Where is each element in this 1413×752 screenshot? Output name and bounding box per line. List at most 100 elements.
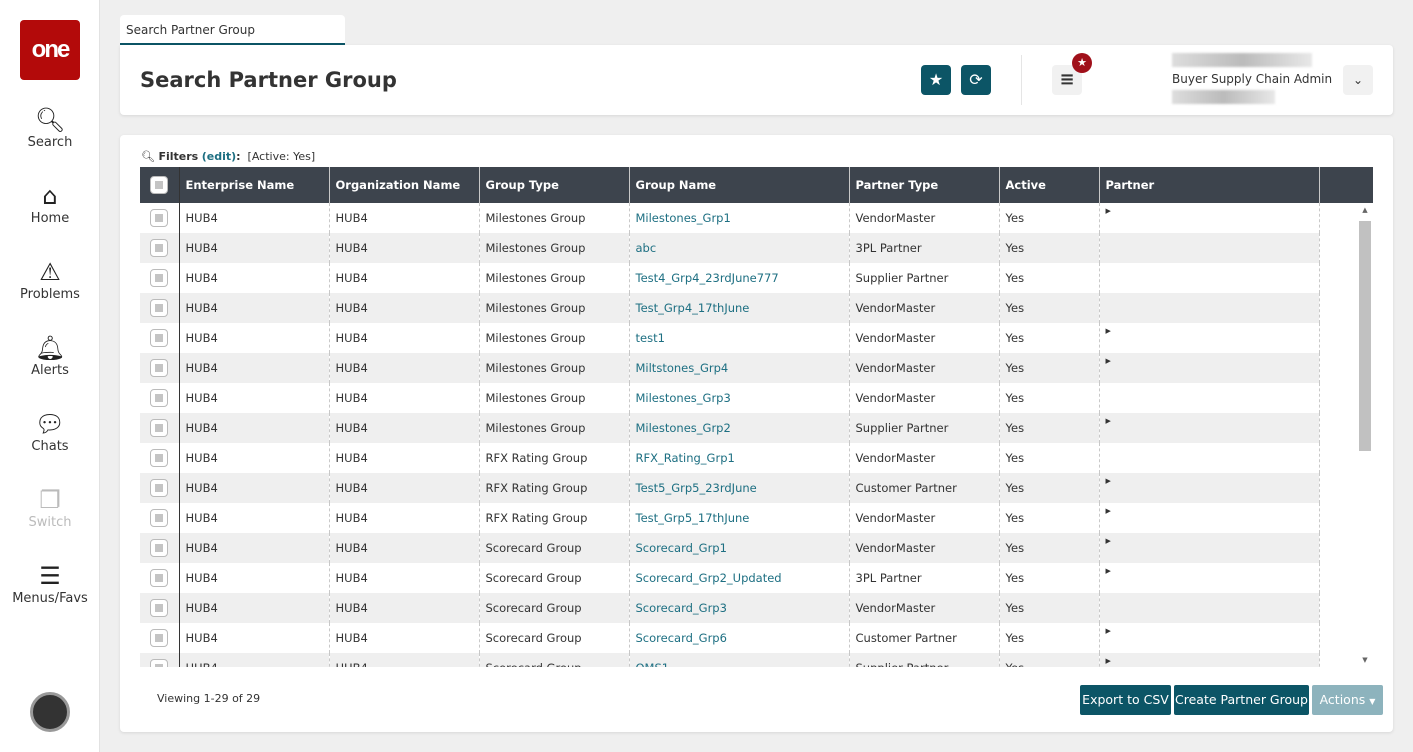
column-header[interactable]: Organization Name <box>329 167 480 203</box>
group-name-link[interactable]: Scorecard_Grp1 <box>629 533 850 563</box>
group-name-link[interactable]: test1 <box>629 323 850 353</box>
group-name-link[interactable]: Miltstones_Grp4 <box>629 353 850 383</box>
vertical-scrollbar[interactable]: ▲ ▼ <box>1357 203 1373 667</box>
expand-triangle-icon[interactable]: ▶ <box>1106 207 1111 215</box>
partner-cell[interactable]: ▶ <box>1099 323 1320 353</box>
filters-edit-link[interactable]: (edit) <box>202 150 236 163</box>
column-header[interactable]: Group Name <box>629 167 850 203</box>
table-row[interactable]: HUB4 HUB4 RFX Rating Group Test_Grp5_17thJu… <box>140 503 1373 533</box>
expand-triangle-icon[interactable]: ▶ <box>1106 477 1111 485</box>
expand-triangle-icon[interactable]: ▶ <box>1106 417 1111 425</box>
group-name-link[interactable]: Milestones_Grp2 <box>629 413 850 443</box>
table-cell: HUB4 <box>179 503 330 533</box>
row-checkbox[interactable] <box>140 323 180 353</box>
sidebar-item-home[interactable]: ⌂ Home <box>0 181 100 226</box>
export-csv-button[interactable]: Export to CSV <box>1080 685 1171 715</box>
table-row[interactable]: HUB4 HUB4 Scorecard Group Scorecard_Grp6 Cus… <box>140 623 1373 653</box>
row-checkbox[interactable] <box>140 473 180 503</box>
table-row[interactable]: HUB4 HUB4 RFX Rating Group Test5_Grp5_23rdJ… <box>140 473 1373 503</box>
select-all-checkbox[interactable] <box>140 167 180 203</box>
table-row[interactable]: HUB4 HUB4 Scorecard Group Scorecard_Grp1 Ven… <box>140 533 1373 563</box>
expand-triangle-icon[interactable]: ▶ <box>1106 327 1111 335</box>
column-header[interactable]: Partner <box>1099 167 1320 203</box>
table-cell: Yes <box>999 383 1100 413</box>
row-checkbox[interactable] <box>140 623 180 653</box>
sidebar-item-alerts[interactable]: 🔔︎ Alerts <box>0 333 100 378</box>
scroll-down-arrow-icon[interactable]: ▼ <box>1357 656 1373 664</box>
expand-triangle-icon[interactable]: ▶ <box>1106 657 1111 665</box>
column-header[interactable]: Partner Type <box>849 167 1000 203</box>
row-checkbox[interactable] <box>140 533 180 563</box>
scrollbar-thumb[interactable] <box>1359 221 1371 451</box>
expand-triangle-icon[interactable]: ▶ <box>1106 507 1111 515</box>
refresh-button[interactable]: ⟳ <box>961 65 991 95</box>
table-row[interactable]: HUB4 HUB4 Milestones Group Test4_Grp4_23rdJ… <box>140 263 1373 293</box>
row-checkbox[interactable] <box>140 593 180 623</box>
group-name-link[interactable]: Test4_Grp4_23rdJune777 <box>629 263 850 293</box>
partner-cell[interactable]: ▶ <box>1099 623 1320 653</box>
table-row[interactable]: HUB4HUB4Scorecard GroupOMS1Supplier Part… <box>140 653 1373 667</box>
sidebar-item-chats[interactable]: 💬︎ Chats <box>0 409 100 454</box>
row-checkbox[interactable] <box>140 383 180 413</box>
row-checkbox[interactable] <box>140 413 180 443</box>
group-name-link[interactable]: Test5_Grp5_23rdJune <box>629 473 850 503</box>
tab-search-partner-group[interactable]: Search Partner Group <box>120 15 345 45</box>
row-checkbox[interactable] <box>140 443 180 473</box>
partner-cell[interactable]: ▶ <box>1099 353 1320 383</box>
row-checkbox[interactable] <box>140 293 180 323</box>
group-name-link[interactable]: Scorecard_Grp3 <box>629 593 850 623</box>
group-name-link[interactable]: Test_Grp4_17thJune <box>629 293 850 323</box>
partner-cell[interactable]: ▶ <box>1099 533 1320 563</box>
row-checkbox[interactable] <box>140 203 180 233</box>
group-name-link[interactable]: abc <box>629 233 850 263</box>
avatar[interactable] <box>30 692 70 732</box>
table-row[interactable]: HUB4 HUB4 Milestones Group test1 VendorMaste… <box>140 323 1373 353</box>
column-header[interactable]: Active <box>999 167 1100 203</box>
create-partner-group-button[interactable]: Create Partner Group <box>1174 685 1309 715</box>
column-header[interactable]: Enterprise Name <box>179 167 330 203</box>
group-name-link[interactable]: OMS1 <box>629 653 850 667</box>
partner-cell[interactable]: ▶ <box>1099 563 1320 593</box>
partner-cell[interactable]: ▶ <box>1099 503 1320 533</box>
group-name-link[interactable]: Milestones_Grp1 <box>629 203 850 233</box>
column-header[interactable]: Group Type <box>479 167 630 203</box>
scroll-up-arrow-icon[interactable]: ▲ <box>1357 206 1373 214</box>
partner-cell[interactable]: ▶ <box>1099 653 1320 667</box>
table-row[interactable]: HUB4 HUB4 Scorecard Group Scorecard_Grp2_Up… <box>140 563 1373 593</box>
sidebar-item-search[interactable]: 🔍︎ Search <box>0 105 100 150</box>
expand-triangle-icon[interactable]: ▶ <box>1106 567 1111 575</box>
table-row[interactable]: HUB4 HUB4 Milestones Group Milestones_Grp2 S… <box>140 413 1373 443</box>
sidebar-item-menus-favs[interactable]: ☰ Menus/Favs <box>0 561 100 606</box>
table-row[interactable]: HUB4 HUB4 Milestones Group Milestones_Grp1 V… <box>140 203 1373 233</box>
partner-cell[interactable]: ▶ <box>1099 473 1320 503</box>
table-row[interactable]: HUB4 HUB4 RFX Rating Group RFX_Rating_Grp1 V… <box>140 443 1373 473</box>
row-checkbox[interactable] <box>140 653 180 667</box>
group-name-link[interactable]: RFX_Rating_Grp1 <box>629 443 850 473</box>
group-name-link[interactable]: Scorecard_Grp6 <box>629 623 850 653</box>
row-checkbox[interactable] <box>140 563 180 593</box>
logo[interactable]: one <box>20 20 80 80</box>
group-name-link[interactable]: Scorecard_Grp2_Updated <box>629 563 850 593</box>
user-menu-dropdown[interactable]: ⌄ <box>1343 65 1373 95</box>
table-row[interactable]: HUB4 HUB4 Milestones Group abc 3PL Partner Ye… <box>140 233 1373 263</box>
expand-triangle-icon[interactable]: ▶ <box>1106 537 1111 545</box>
actions-button[interactable]: Actions ▼ <box>1312 685 1383 715</box>
group-name-link[interactable]: Milestones_Grp3 <box>629 383 850 413</box>
sidebar-item-switch[interactable]: ❐ Switch <box>0 485 100 530</box>
partner-cell[interactable]: ▶ <box>1099 203 1320 233</box>
favorite-button[interactable]: ★ <box>921 65 951 95</box>
row-checkbox[interactable] <box>140 503 180 533</box>
table-row[interactable]: HUB4 HUB4 Milestones Group Milestones_Grp3 V… <box>140 383 1373 413</box>
table-row[interactable]: HUB4 HUB4 Milestones Group Test_Grp4_17thJu… <box>140 293 1373 323</box>
row-checkbox[interactable] <box>140 263 180 293</box>
table-row[interactable]: HUB4 HUB4 Scorecard Group Scorecard_Grp3 Ven… <box>140 593 1373 623</box>
group-name-link[interactable]: Test_Grp5_17thJune <box>629 503 850 533</box>
partner-cell[interactable]: ▶ <box>1099 413 1320 443</box>
expand-triangle-icon[interactable]: ▶ <box>1106 357 1111 365</box>
row-checkbox[interactable] <box>140 233 180 263</box>
row-checkbox[interactable] <box>140 353 180 383</box>
partner-cell <box>1099 383 1320 413</box>
expand-triangle-icon[interactable]: ▶ <box>1106 627 1111 635</box>
sidebar-item-problems[interactable]: ⚠ Problems <box>0 257 100 302</box>
table-row[interactable]: HUB4 HUB4 Milestones Group Miltstones_Grp4 V… <box>140 353 1373 383</box>
